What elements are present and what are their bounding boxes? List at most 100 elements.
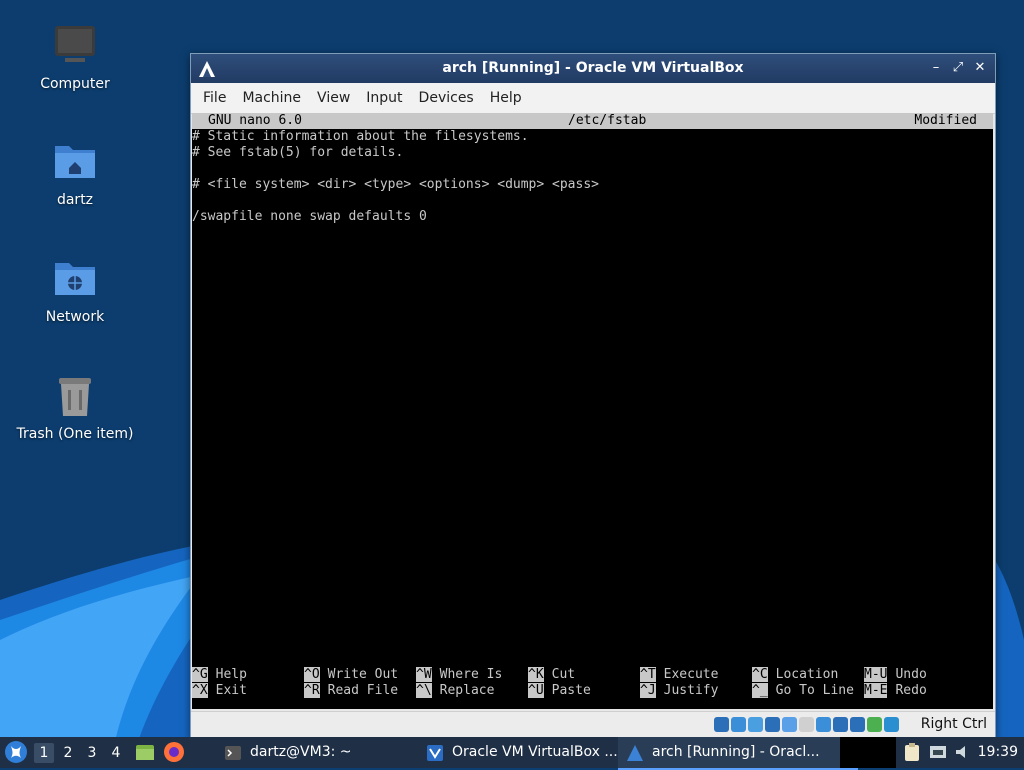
terminal-icon: [225, 746, 241, 760]
desktop-icon-label: dartz: [56, 192, 94, 208]
menu-file[interactable]: File: [195, 83, 234, 113]
task-label: dartz@VM3: ~: [250, 744, 352, 760]
network-folder-icon: [51, 255, 99, 303]
taskbar: 1 2 3 4 dartz@VM3: ~ Oracle VM VirtualBo…: [0, 737, 1024, 770]
display-icon[interactable]: [816, 717, 831, 732]
clipboard-icon[interactable]: [902, 742, 922, 762]
trash-icon: [51, 372, 99, 420]
shortcut-key: ^U: [528, 683, 544, 698]
shortcut-label: Go To Line: [775, 683, 854, 698]
task-arch-vm[interactable]: arch [Running] - Oracl...: [618, 737, 858, 770]
computer-icon: [51, 22, 99, 70]
desktop-icon-home[interactable]: dartz: [10, 138, 140, 208]
workspace-4[interactable]: 4: [106, 743, 126, 763]
shared-folders-icon[interactable]: [799, 717, 814, 732]
shortcut-label: Justify: [663, 683, 719, 698]
task-terminal[interactable]: dartz@VM3: ~: [216, 737, 446, 768]
volume-icon[interactable]: [953, 742, 973, 762]
optical-drive-icon[interactable]: [731, 717, 746, 732]
shortcut-key: M-U: [864, 667, 888, 682]
workspace-3[interactable]: 3: [82, 743, 102, 763]
editor-line: /swapfile none swap defaults 0: [192, 209, 427, 224]
network-icon[interactable]: [765, 717, 780, 732]
vm-screen[interactable]: GNU nano 6.0 /etc/fstab Modified # Stati…: [192, 113, 993, 709]
editor-text[interactable]: # Static information about the filesyste…: [192, 129, 993, 225]
clock: 19:39: [977, 744, 1018, 760]
shortcut-label: Write Out: [327, 667, 399, 682]
shortcut-item: ^J Justify: [640, 683, 718, 699]
host-key-label[interactable]: Right Ctrl: [921, 716, 987, 732]
shortcut-label: Undo: [895, 667, 927, 682]
shortcut-item: ^G Help: [192, 667, 247, 683]
shortcut-key: ^C: [752, 667, 768, 682]
minimize-button[interactable]: –: [927, 58, 945, 78]
usb-icon[interactable]: [782, 717, 797, 732]
desktop-icon-trash[interactable]: Trash (One item): [10, 372, 140, 442]
menu-bar: File Machine View Input Devices Help: [191, 83, 995, 114]
desktop-icon-computer[interactable]: Computer: [10, 22, 140, 92]
close-button[interactable]: ✕: [971, 58, 989, 78]
shortcut-key: ^K: [528, 667, 544, 682]
desktop-icon-network[interactable]: Network: [10, 255, 140, 325]
desktop-icon-label: Trash (One item): [16, 426, 134, 442]
firefox-icon[interactable]: [163, 741, 185, 763]
shortcut-item: ^U Paste: [528, 683, 591, 699]
shortcut-label: Read File: [327, 683, 399, 698]
editor-line: # <file system> <dir> <type> <options> <…: [192, 177, 599, 192]
menu-help[interactable]: Help: [482, 83, 530, 113]
nano-filename: /etc/fstab: [568, 113, 647, 128]
arch-vm-icon: [627, 745, 643, 761]
shortcut-key: ^R: [304, 683, 320, 698]
nano-version: GNU nano 6.0: [208, 113, 302, 128]
menu-view[interactable]: View: [309, 83, 358, 113]
shortcut-item: ^K Cut: [528, 667, 575, 683]
shortcut-item: ^T Execute: [640, 667, 718, 683]
shortcut-label: Exit: [215, 683, 247, 698]
home-folder-icon: [51, 138, 99, 186]
shortcut-item: ^O Write Out: [304, 667, 398, 683]
shortcut-key: ^G: [192, 667, 208, 682]
shortcut-item: ^X Exit: [192, 683, 247, 699]
keyboard-icon[interactable]: [884, 717, 899, 732]
cpu-icon[interactable]: [850, 717, 865, 732]
workspace-2[interactable]: 2: [58, 743, 78, 763]
virtualbox-icon: [427, 745, 443, 761]
start-menu-icon[interactable]: [4, 740, 28, 764]
shortcut-label: Redo: [895, 683, 927, 698]
shortcut-item: ^W Where Is: [416, 667, 502, 683]
shortcut-key: ^X: [192, 683, 208, 698]
shortcut-label: Execute: [663, 667, 719, 682]
task-label: Oracle VM VirtualBox ...: [452, 744, 618, 760]
editor-line: # See fstab(5) for details.: [192, 145, 404, 160]
task-virtualbox-manager[interactable]: Oracle VM VirtualBox ...: [418, 737, 652, 768]
shortcut-key: ^W: [416, 667, 432, 682]
virtualbox-window[interactable]: arch [Running] - Oracle VM VirtualBox – …: [190, 53, 996, 739]
window-title: arch [Running] - Oracle VM VirtualBox: [442, 60, 744, 76]
recording-icon[interactable]: [833, 717, 848, 732]
shortcut-item: ^R Read File: [304, 683, 398, 699]
workspace-1[interactable]: 1: [34, 743, 54, 763]
shortcut-key: ^J: [640, 683, 656, 698]
nano-shortcuts: ^G Help ^O Write Out ^W Where Is ^K Cut ^T Execut…: [192, 667, 993, 699]
desktop-icon-label: Computer: [40, 76, 110, 92]
maximize-button[interactable]: ⤢: [949, 58, 967, 78]
shortcut-label: Where Is: [439, 667, 503, 682]
menu-machine[interactable]: Machine: [234, 83, 309, 113]
network-tray-icon[interactable]: [928, 742, 948, 762]
vm-status-bar: Right Ctrl: [191, 711, 995, 738]
file-manager-icon[interactable]: [134, 741, 156, 763]
shortcut-label: Cut: [551, 667, 576, 682]
audio-icon[interactable]: [748, 717, 763, 732]
window-titlebar[interactable]: arch [Running] - Oracle VM VirtualBox – …: [191, 54, 995, 83]
mouse-integration-icon[interactable]: [867, 717, 882, 732]
shortcut-key: ^_: [752, 683, 768, 698]
editor-line: # Static information about the filesyste…: [192, 129, 529, 144]
shortcut-item: ^\ Replace: [416, 683, 494, 699]
menu-devices[interactable]: Devices: [411, 83, 482, 113]
nano-status: Modified: [914, 113, 977, 128]
menu-input[interactable]: Input: [358, 83, 410, 113]
desktop-icon-label: Network: [45, 309, 105, 325]
hard-disk-icon[interactable]: [714, 717, 729, 732]
